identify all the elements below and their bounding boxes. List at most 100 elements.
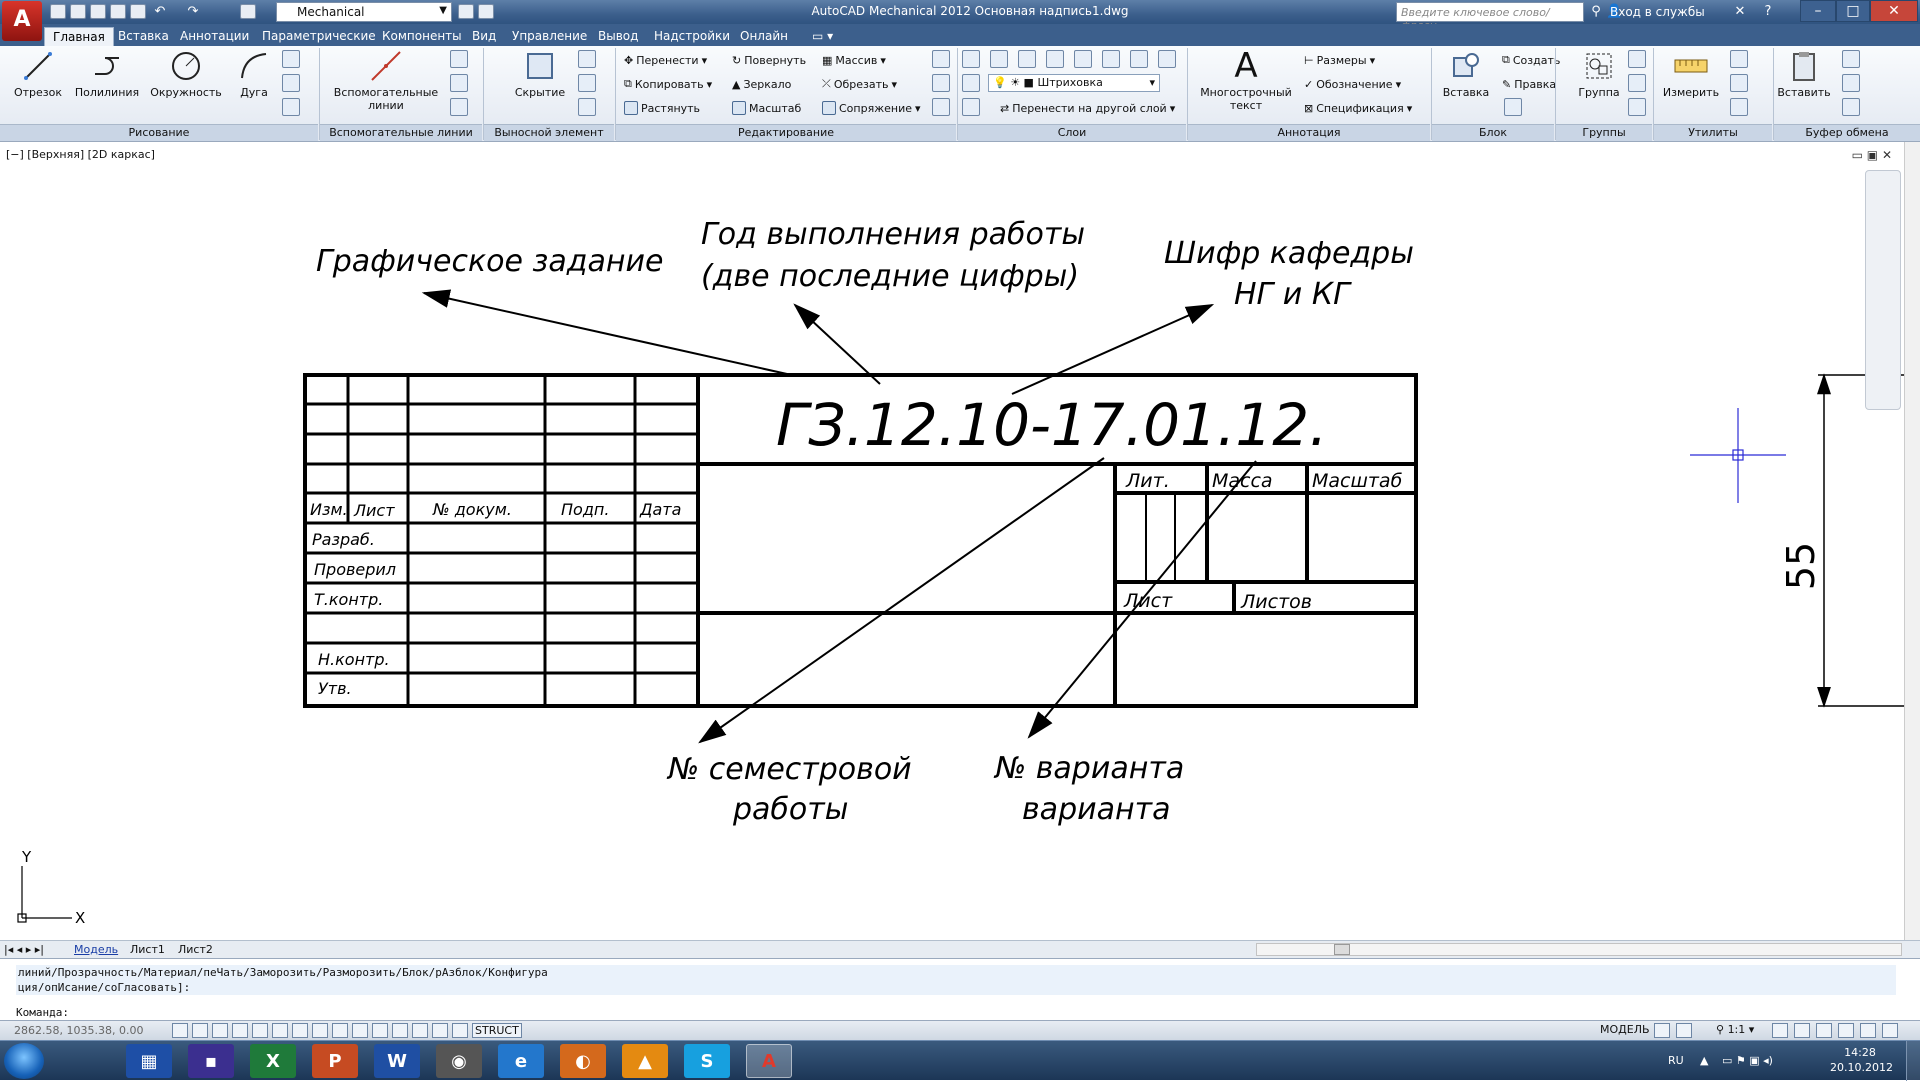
save-icon[interactable] [90, 4, 106, 19]
internet-explorer-icon[interactable]: e [498, 1044, 544, 1078]
tab-online[interactable]: Онлайн [740, 27, 788, 46]
calculator-app-icon[interactable]: ▦ [126, 1044, 172, 1078]
layer-state-icon[interactable] [990, 50, 1008, 68]
viewport-window-controls[interactable]: ▭ ▣ ✕ [1852, 148, 1892, 162]
osnap-icon[interactable] [252, 1023, 268, 1038]
construction-line-icon[interactable] [282, 50, 300, 68]
status-menu-icon[interactable] [1860, 1023, 1876, 1038]
detail-edit-icon[interactable] [578, 98, 596, 116]
snap-icon[interactable] [172, 1023, 188, 1038]
tab-components[interactable]: Компоненты [382, 27, 462, 46]
ortho-icon[interactable] [212, 1023, 228, 1038]
copy-clip-icon[interactable] [1842, 74, 1860, 92]
rectangle-icon[interactable] [282, 74, 300, 92]
command-prompt[interactable]: Команда: [16, 1006, 69, 1019]
viewport-controls-label[interactable]: [−] [Верхняя] [2D каркас] [6, 148, 155, 161]
save-app-icon[interactable]: ▪ [188, 1044, 234, 1078]
maximize-button[interactable]: □ [1836, 0, 1870, 22]
polar-icon[interactable] [232, 1023, 248, 1038]
explode-icon[interactable] [932, 74, 950, 92]
workspace-switching-icon[interactable] [1772, 1023, 1788, 1038]
layer-lock-icon[interactable] [1158, 50, 1176, 68]
ribbon-options-icon[interactable]: ▭ ▾ [812, 27, 833, 46]
dimensions-button[interactable]: ⊢ Размеры ▾ [1304, 50, 1375, 70]
navigation-bar[interactable] [1865, 170, 1901, 410]
mtext-button[interactable]: A Многострочный текст [1194, 46, 1298, 112]
detail-refresh-icon[interactable] [578, 74, 596, 92]
panel-title-modify[interactable]: Редактирование [616, 124, 956, 141]
minimize-button[interactable]: – [1800, 0, 1836, 22]
tab-parametric[interactable]: Параметрические [262, 27, 376, 46]
tab-output[interactable]: Вывод [598, 27, 638, 46]
undo-icon[interactable]: ↶ [152, 4, 168, 20]
erase-icon[interactable] [932, 50, 950, 68]
language-indicator[interactable]: RU [1668, 1054, 1684, 1067]
move-button[interactable]: ✥ Перенести ▾ [624, 50, 707, 70]
quick-view-layouts-icon[interactable] [1654, 1023, 1670, 1038]
fillet-button[interactable]: Сопряжение ▾ [822, 98, 921, 118]
offset-icon[interactable] [932, 98, 950, 116]
detail-view-icon[interactable] [578, 50, 596, 68]
match-properties-icon[interactable] [1842, 98, 1860, 116]
hide-button[interactable]: Скрытие [508, 48, 572, 99]
lock-icon[interactable] [1794, 1023, 1810, 1038]
binoculars-icon[interactable]: ⚲ [1588, 4, 1604, 20]
tab-model[interactable]: Модель [74, 943, 118, 956]
tab-insert[interactable]: Вставка [118, 27, 169, 46]
transparency-icon[interactable] [372, 1023, 388, 1038]
quick-select-icon[interactable] [1730, 50, 1748, 68]
specification-button[interactable]: ⊠ Спецификация ▾ [1304, 98, 1412, 118]
horizontal-scrollbar[interactable] [1256, 943, 1902, 956]
vertical-scrollbar[interactable] [1904, 142, 1920, 940]
trim-button[interactable]: ⤫ Обрезать ▾ [822, 74, 897, 94]
workspace-select[interactable]: Mechanical ▼ [276, 2, 452, 22]
annotation-monitor-icon[interactable] [432, 1023, 448, 1038]
camera-app-icon[interactable]: ◉ [436, 1044, 482, 1078]
panel-title-block[interactable]: Блок [1432, 124, 1554, 141]
firefox-icon[interactable]: ◐ [560, 1044, 606, 1078]
symbols-button[interactable]: ✓ Обозначение ▾ [1304, 74, 1401, 94]
scale-button[interactable]: Масштаб [732, 98, 801, 118]
calculator-icon[interactable] [1730, 98, 1748, 116]
help-icon[interactable]: ? [1760, 4, 1776, 20]
delete-construction-icon[interactable] [450, 98, 468, 116]
signin-link[interactable]: Вход в службы [1610, 5, 1705, 19]
layer-select[interactable]: 💡 ☀ ■ Штриховка ▾ [988, 74, 1160, 92]
panel-title-detail[interactable]: Выносной элемент [484, 124, 614, 141]
layer-freeze-icon[interactable] [1074, 50, 1092, 68]
save-as-icon[interactable] [110, 4, 126, 19]
group-edit-icon[interactable] [1628, 74, 1646, 92]
close-button[interactable]: ✕ [1870, 0, 1918, 22]
array-button[interactable]: ▦ Массив ▾ [822, 50, 886, 70]
system-clock[interactable]: 14:28 20.10.2012 [1830, 1045, 1893, 1075]
show-desktop-button[interactable] [1906, 1041, 1920, 1081]
word-icon[interactable]: W [374, 1044, 420, 1078]
open-file-icon[interactable] [70, 4, 86, 19]
circle-construction-icon[interactable] [450, 50, 468, 68]
workspace-switch-icon[interactable] [240, 4, 256, 19]
isolate-objects-icon[interactable] [1838, 1023, 1854, 1038]
search-input[interactable]: Введите ключевое слово/фразу [1396, 2, 1584, 32]
properties-icon[interactable] [478, 4, 494, 19]
vlc-icon[interactable]: ▲ [622, 1044, 668, 1078]
layer-properties-icon[interactable] [962, 50, 980, 68]
annotation-scale-select[interactable]: ⚲ 1:1 ▾ [1716, 1023, 1754, 1036]
autocad-taskbar-icon[interactable]: A [746, 1044, 792, 1078]
paste-button[interactable]: Вставить [1776, 48, 1832, 99]
rotate-button[interactable]: ↻ Повернуть [732, 50, 806, 70]
clean-screen-icon[interactable] [1882, 1023, 1898, 1038]
line-button[interactable]: Отрезок [8, 48, 68, 99]
panel-title-utilities[interactable]: Утилиты [1654, 124, 1772, 141]
drawing-canvas[interactable]: Изм. Лист № докум. Подп. Дата Разраб. Пр… [0, 142, 1904, 940]
tab-home[interactable]: Главная [44, 27, 114, 46]
panel-title-draw[interactable]: Рисование [0, 124, 318, 141]
magnet-icon[interactable] [1730, 74, 1748, 92]
hatch-icon[interactable] [282, 98, 300, 116]
insert-block-button[interactable]: Вставка [1438, 48, 1494, 99]
coordinates-readout[interactable]: 2862.58, 1035.38, 0.00 [14, 1024, 143, 1037]
exchange-icon[interactable]: ✕ [1732, 4, 1748, 20]
print-icon[interactable] [130, 4, 146, 19]
model-space-toggle[interactable]: МОДЕЛЬ [1600, 1023, 1650, 1038]
attribute-icon[interactable] [1504, 98, 1522, 116]
tray-show-hidden-icon[interactable]: ▲ [1700, 1054, 1708, 1067]
